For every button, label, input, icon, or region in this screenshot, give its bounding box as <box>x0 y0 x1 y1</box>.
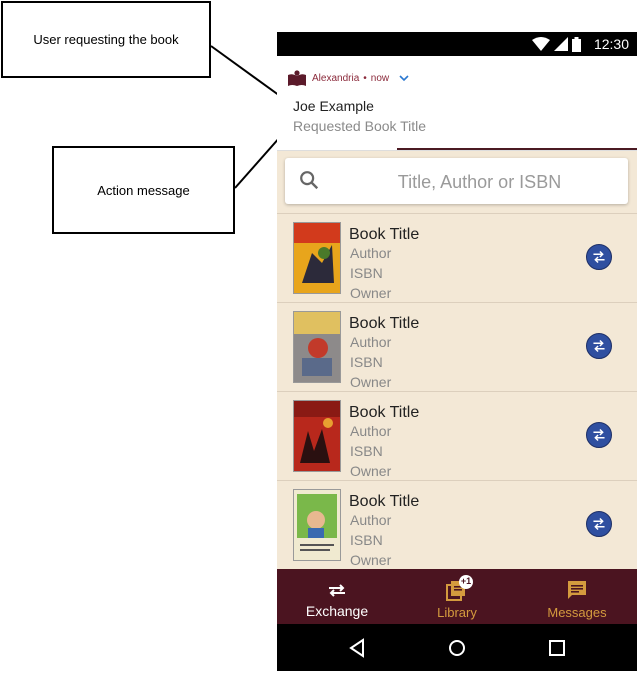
messages-icon <box>568 581 586 599</box>
search-icon <box>300 171 319 190</box>
bottom-navigation: Exchange +1 Library Messages <box>277 569 637 624</box>
book-cover <box>293 222 341 294</box>
list-item[interactable]: Book Title Author ISBN Owner <box>277 391 637 480</box>
book-author: Author <box>350 423 392 439</box>
book-cover <box>293 489 341 561</box>
book-cover <box>293 400 341 472</box>
book-isbn: ISBN <box>350 265 383 281</box>
notification-text: Requested Book Title <box>293 118 427 134</box>
chevron-down-icon[interactable] <box>399 74 409 83</box>
nav-tab-exchange[interactable]: Exchange <box>277 569 397 624</box>
book-owner: Owner <box>350 374 392 390</box>
book-author: Author <box>350 334 392 350</box>
book-owner: Owner <box>350 463 392 479</box>
nav-tab-library[interactable]: +1 Library <box>397 569 517 624</box>
exchange-icon[interactable] <box>586 511 612 537</box>
library-badge: +1 <box>460 576 472 586</box>
exchange-icon[interactable] <box>586 333 612 359</box>
nav-label-messages: Messages <box>547 605 607 620</box>
nav-label-exchange: Exchange <box>305 603 369 619</box>
notification-separator: • <box>363 73 367 84</box>
book-cover <box>293 311 341 383</box>
book-author: Author <box>350 245 392 261</box>
book-isbn: ISBN <box>350 443 383 459</box>
nav-label-library: Library <box>437 605 477 620</box>
callout-action-label: Action message <box>97 182 190 198</box>
book-isbn: ISBN <box>350 532 383 548</box>
search-input[interactable] <box>335 158 624 206</box>
status-bar: 12:30 <box>277 32 637 56</box>
notification-card[interactable]: Alexandria • now Joe Example Requested B… <box>277 56 637 151</box>
exchange-icon <box>329 584 345 597</box>
book-title: Book Title <box>349 315 420 332</box>
search-bar[interactable] <box>285 158 628 206</box>
phone-screen: 12:30 Alexandria • now Joe Example Reque… <box>277 32 637 671</box>
signal-icon <box>554 37 568 51</box>
book-owner: Owner <box>350 552 392 568</box>
status-icons <box>532 36 581 52</box>
book-title: Book Title <box>349 226 420 243</box>
battery-icon <box>572 36 581 52</box>
list-item[interactable]: Book Title Author ISBN Owner <box>277 302 637 391</box>
wifi-icon <box>532 37 550 51</box>
callout-action-message: Action message <box>52 146 235 234</box>
notification-time: now <box>370 73 390 84</box>
exchange-icon[interactable] <box>586 422 612 448</box>
book-list: Book Title Author ISBN Owner Book Title <box>277 213 637 569</box>
back-icon[interactable] <box>346 636 370 660</box>
book-owner: Owner <box>350 285 392 301</box>
nav-tab-messages[interactable]: Messages <box>517 569 637 624</box>
exchange-icon[interactable] <box>586 244 612 270</box>
book-title: Book Title <box>349 493 420 510</box>
list-item[interactable]: Book Title Author ISBN Owner <box>277 480 637 569</box>
book-isbn: ISBN <box>350 354 383 370</box>
notification-header: Alexandria • now <box>312 73 409 84</box>
status-time: 12:30 <box>593 36 629 52</box>
list-item[interactable]: Book Title Author ISBN Owner <box>277 213 637 302</box>
arrow-to-user <box>210 45 288 102</box>
notification-title: Joe Example <box>293 98 374 114</box>
alexandria-app-icon <box>288 70 306 86</box>
recents-icon[interactable] <box>545 636 569 660</box>
book-author: Author <box>350 512 392 528</box>
notification-app-name: Alexandria <box>312 73 360 84</box>
home-icon[interactable] <box>445 636 469 660</box>
tab-indicator <box>397 148 637 150</box>
callout-user-label: User requesting the book <box>33 32 179 47</box>
book-title: Book Title <box>349 404 420 421</box>
system-navigation-bar <box>277 624 637 671</box>
callout-user-requesting: User requesting the book <box>1 1 211 78</box>
